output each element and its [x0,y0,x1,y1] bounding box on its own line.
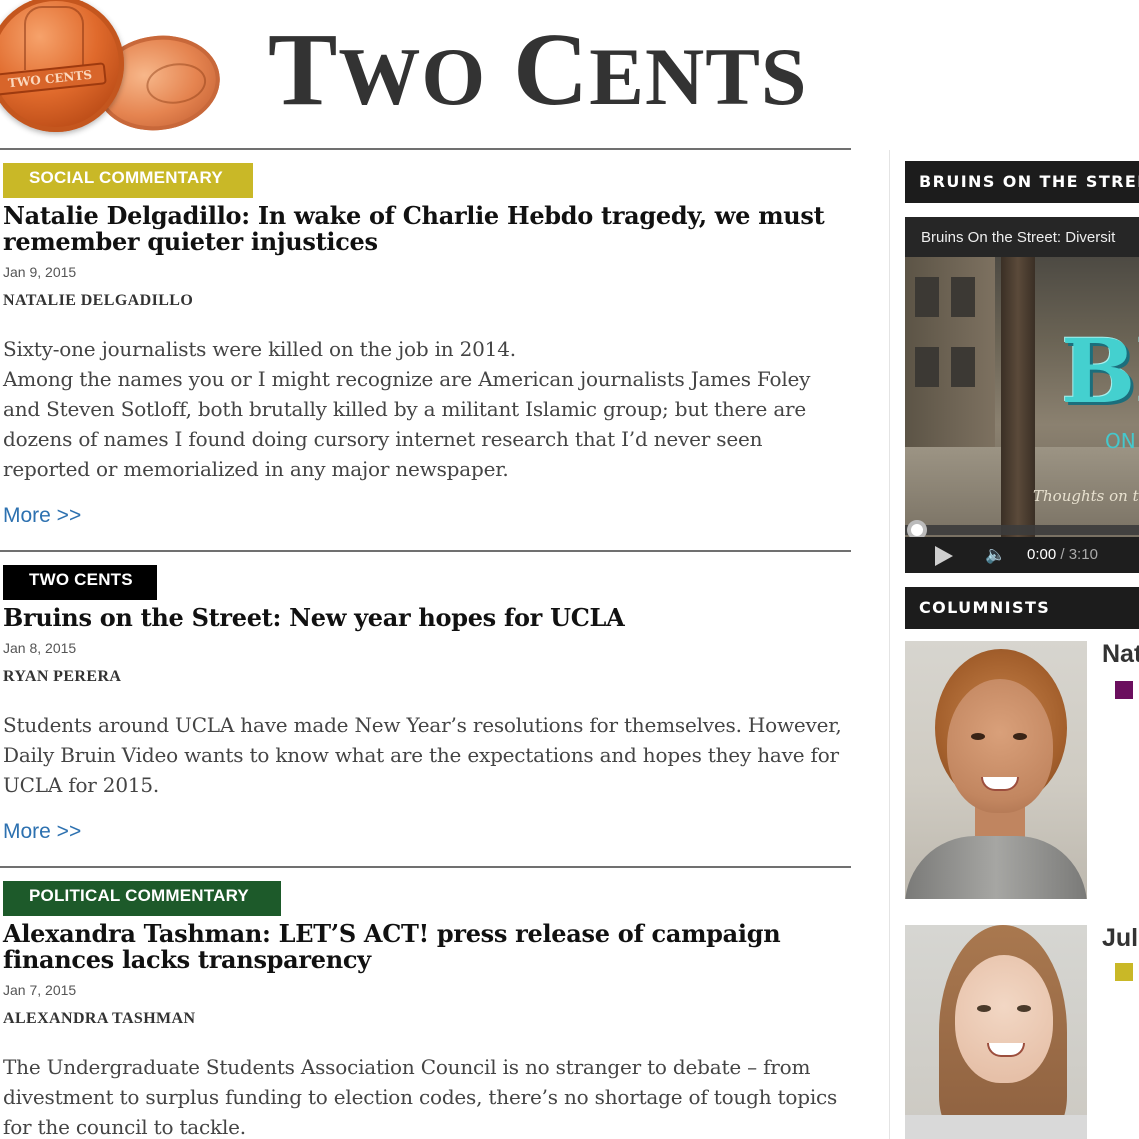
video-title[interactable]: Bruins On the Street: Diversit [905,217,1139,257]
columnist-color-swatch [1115,681,1133,699]
video-frame-tree [1001,257,1035,537]
penny-logo[interactable]: TWO CENTS [0,0,124,132]
masthead: TWO CENTS TWO CENTS [0,0,1139,140]
video-controls: 🔈 0:00 / 3:10 [905,537,1139,573]
columnist-name[interactable]: Jul [1102,924,1138,953]
article-excerpt: Students around UCLA have made New Year’… [3,713,842,797]
more-link[interactable]: More >> [3,820,81,844]
article-headline[interactable]: Natalie Delgadillo: In wake of Charlie H… [3,203,843,255]
article-date: Jan 9, 2015 [3,264,77,280]
video-thumbnail[interactable]: BI ON Thoughts on t [905,257,1139,537]
article-headline[interactable]: Bruins on the Street: New year hopes for… [3,605,843,631]
category-tag-political-commentary[interactable]: POLITICAL COMMENTARY [3,881,281,916]
video-overlay-subtitle: Thoughts on t [1033,487,1139,505]
video-section-heading: BRUINS ON THE STREE [905,161,1139,203]
columnist-photo[interactable] [905,641,1087,899]
article-date: Jan 8, 2015 [3,640,77,656]
video-overlay-title: BI [1061,319,1139,423]
article-list: SOCIAL COMMENTARY Natalie Delgadillo: In… [0,140,852,1139]
video-progress-bar[interactable] [905,525,1139,535]
divider [0,550,851,552]
video-time: 0:00 / 3:10 [1027,546,1098,563]
article-excerpt: The Undergraduate Students Association C… [3,1055,838,1139]
site-title[interactable]: TWO CENTS [268,18,808,129]
columnist-color-swatch [1115,963,1133,981]
article-date: Jan 7, 2015 [3,982,77,998]
video-frame-building [905,257,995,447]
logo-banner-text: TWO CENTS [0,62,107,96]
article-byline[interactable]: NATALIE DELGADILLO [3,292,193,310]
divider [0,148,851,150]
article-excerpt: Sixty-one journalists were killed on the… [3,337,811,481]
photo-shirt [905,836,1087,899]
video-overlay-on: ON [1105,429,1136,453]
photo-shirt [905,1115,1087,1139]
play-icon[interactable] [935,546,953,566]
article-headline[interactable]: Alexandra Tashman: LET’S ACT! press rele… [3,921,843,973]
columnist-name[interactable]: Nat [1102,640,1139,669]
divider [0,866,851,868]
photo-face [947,679,1053,813]
video-player[interactable]: Bruins On the Street: Diversit BI ON Tho… [905,217,1139,573]
category-tag-two-cents[interactable]: TWO CENTS [3,565,157,600]
sidebar-divider [889,150,890,1139]
columnists-heading: COLUMNISTS [905,587,1139,629]
photo-eye [971,733,985,740]
photo-eye [1013,733,1027,740]
photo-eye [977,1005,991,1012]
columnist-photo[interactable] [905,925,1087,1139]
category-tag-social-commentary[interactable]: SOCIAL COMMENTARY [3,163,253,198]
article-byline[interactable]: RYAN PERERA [3,668,121,686]
more-link[interactable]: More >> [3,504,81,528]
photo-eye [1017,1005,1031,1012]
volume-icon[interactable]: 🔈 [985,545,1006,565]
article-byline[interactable]: ALEXANDRA TASHMAN [3,1010,195,1028]
photo-face [955,955,1053,1083]
